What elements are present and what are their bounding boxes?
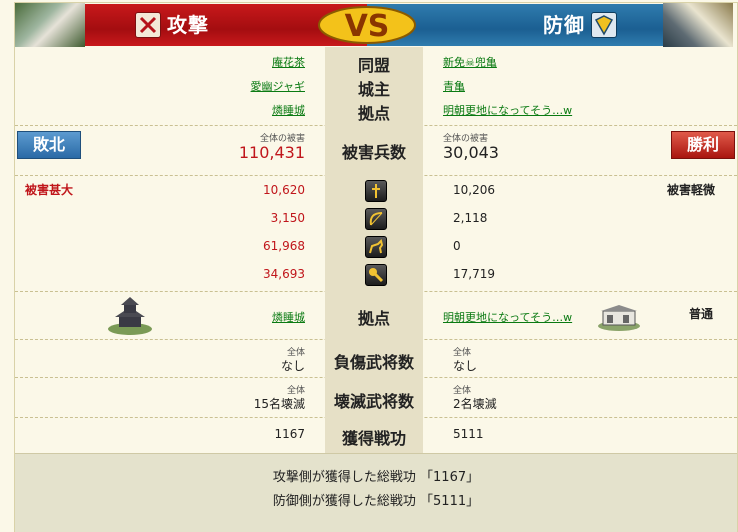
attack-merit-summary: 攻撃側が獲得した総戦功 「1167」 bbox=[272, 470, 480, 485]
attack-unit-damage: 3,150 bbox=[270, 211, 305, 225]
wounded-label: 負傷武将数 bbox=[333, 353, 414, 372]
report-header: 攻撃 VS 防御 bbox=[15, 3, 737, 47]
battle-report: 攻撃 VS 防御 同盟 城主 拠点 庵花茶 愛幽ジャギ 燐睡城 新免☠兜亀 青亀… bbox=[14, 2, 738, 532]
defense-unit-damage: 2,118 bbox=[453, 211, 488, 225]
attack-unit-damage: 34,693 bbox=[263, 267, 305, 281]
defense-merit-summary: 防御側が獲得した総戦功 「5111」 bbox=[272, 494, 480, 509]
defense-unit-damage: 17,719 bbox=[453, 267, 495, 281]
attack-base-link-2[interactable]: 燐睡城 bbox=[272, 309, 305, 325]
defense-title: 防御 bbox=[543, 13, 585, 37]
merit-label: 獲得戦功 bbox=[341, 429, 406, 448]
defense-base-link-2[interactable]: 明朝更地になってそう…w bbox=[443, 309, 572, 325]
destroyed-defense-value: 2名壊滅 bbox=[453, 397, 497, 411]
victory-badge: 勝利 bbox=[671, 131, 735, 159]
merit-attack-value: 1167 bbox=[274, 427, 305, 441]
shield-icon bbox=[591, 12, 617, 38]
defender-portrait bbox=[663, 3, 733, 47]
destroyed-attack-value: 15名壊滅 bbox=[253, 397, 305, 411]
attack-title: 攻撃 bbox=[167, 13, 209, 37]
attack-total-damage: 110,431 bbox=[238, 143, 305, 162]
fort-icon bbox=[597, 301, 641, 331]
attacker-portrait bbox=[15, 3, 85, 47]
lord-label: 城主 bbox=[357, 80, 390, 99]
defense-base-link[interactable]: 明朝更地になってそう…w bbox=[443, 102, 572, 118]
infantry-icon bbox=[365, 180, 387, 202]
defense-lord-link[interactable]: 青亀 bbox=[443, 78, 465, 94]
defense-total-damage: 30,043 bbox=[443, 143, 499, 162]
vs-emblem: VS bbox=[317, 5, 417, 45]
attack-alliance-link[interactable]: 庵花茶 bbox=[272, 54, 305, 70]
attack-unit-damage: 10,620 bbox=[263, 183, 305, 197]
attack-base-link[interactable]: 燐睡城 bbox=[272, 102, 305, 118]
destroyed-label: 壊滅武将数 bbox=[333, 392, 414, 411]
base-row-label: 拠点 bbox=[357, 309, 390, 328]
castle-icon bbox=[107, 295, 153, 335]
merit-defense-value: 5111 bbox=[453, 427, 484, 441]
siege-icon bbox=[365, 264, 387, 286]
attack-unit-damage: 61,968 bbox=[263, 239, 305, 253]
alliance-label: 同盟 bbox=[357, 56, 390, 75]
defense-severity: 被害軽微 bbox=[667, 183, 716, 197]
bow-icon bbox=[365, 208, 387, 230]
defeat-badge: 敗北 bbox=[17, 131, 81, 159]
cavalry-icon bbox=[365, 236, 387, 258]
vs-text: VS bbox=[345, 9, 390, 44]
attack-lord-link[interactable]: 愛幽ジャギ bbox=[251, 78, 305, 94]
wounded-attack-value: なし bbox=[280, 359, 305, 373]
attack-severity: 被害甚大 bbox=[25, 183, 74, 197]
wounded-defense-value: なし bbox=[453, 359, 478, 373]
base-label: 拠点 bbox=[357, 104, 390, 123]
damage-label: 被害兵数 bbox=[341, 143, 406, 162]
crossed-swords-icon bbox=[135, 12, 161, 38]
defense-unit-damage: 10,206 bbox=[453, 183, 495, 197]
defense-unit-damage: 0 bbox=[453, 239, 461, 253]
merit-summary: 攻撃側が獲得した総戦功 「1167」 防御側が獲得した総戦功 「5111」 bbox=[15, 453, 737, 532]
defense-base-status: 普通 bbox=[689, 307, 714, 321]
defense-alliance-link[interactable]: 新免☠兜亀 bbox=[443, 54, 497, 70]
